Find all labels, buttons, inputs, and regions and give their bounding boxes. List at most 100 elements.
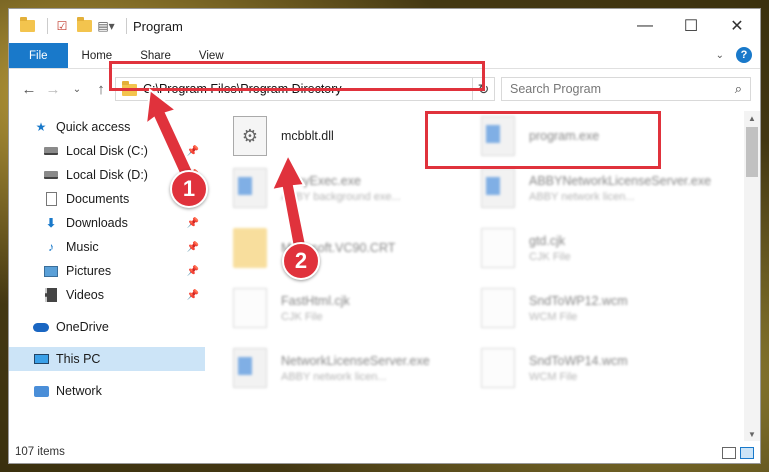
file-type: WCM File xyxy=(529,310,578,323)
minimize-button[interactable]: — xyxy=(622,9,668,43)
file-type: ABBY network licen... xyxy=(529,190,635,203)
file-item[interactable]: ABBYNetworkLicenseServer.exe ABBY networ… xyxy=(481,165,721,211)
music-icon: ♪ xyxy=(48,240,54,254)
file-item[interactable]: FastHtml.cjk CJK File xyxy=(233,285,473,331)
sidebar-item-local-disk-c[interactable]: Local Disk (C:) 📌 xyxy=(9,139,205,163)
step-2-callout: 2 xyxy=(282,242,320,280)
pin-icon: 📌 xyxy=(186,145,199,157)
sidebar-item-label: Network xyxy=(56,384,102,398)
item-count: 107 items xyxy=(15,446,65,458)
expand-ribbon-icon[interactable]: ⌄ xyxy=(716,50,724,61)
scroll-thumb[interactable] xyxy=(746,127,758,177)
file-type: CJK File xyxy=(529,250,571,263)
document-icon xyxy=(43,192,59,206)
ribbon-right: ⌄ ? xyxy=(716,47,752,63)
file-type: ABBY background exe... xyxy=(281,190,401,203)
sidebar-item-label: Music xyxy=(66,240,99,254)
pin-icon: 📌 xyxy=(186,289,199,301)
maximize-button[interactable]: ☐ xyxy=(668,9,714,43)
recent-locations-icon[interactable]: ⌄ xyxy=(65,84,89,95)
computer-icon xyxy=(33,352,49,366)
file-item[interactable]: SndToWP14.wcm WCM File xyxy=(481,345,721,391)
sidebar-item-label: Videos xyxy=(66,288,104,302)
file-name: SndToWP14.wcm xyxy=(529,353,628,368)
window-controls: — ☐ ✕ xyxy=(622,9,760,43)
file-item[interactable]: SndToWP12.wcm WCM File xyxy=(481,285,721,331)
file-item[interactable]: gtd.cjk CJK File xyxy=(481,225,721,271)
pin-icon: 📌 xyxy=(186,217,199,229)
file-name: gtd.cjk xyxy=(529,233,566,248)
pin-icon: 📌 xyxy=(186,265,199,277)
file-highlight-box xyxy=(425,111,661,169)
file-type: CJK File xyxy=(281,310,323,323)
sidebar-item-network[interactable]: Network xyxy=(9,379,205,403)
sidebar-item-label: OneDrive xyxy=(56,320,109,334)
file-type: WCM File xyxy=(529,370,578,383)
sidebar-item-onedrive[interactable]: OneDrive xyxy=(9,315,205,339)
folder-icon[interactable] xyxy=(19,17,35,34)
sidebar-item-label: This PC xyxy=(56,352,101,366)
sidebar-item-label: Documents xyxy=(66,192,130,206)
properties-icon[interactable]: ☑ xyxy=(54,18,70,34)
sidebar-item-label: Local Disk (C:) xyxy=(66,144,148,158)
scroll-up-icon[interactable]: ▲ xyxy=(744,111,760,125)
search-input[interactable]: Search Program ⌕ xyxy=(501,77,751,101)
back-arrow-icon[interactable]: ← xyxy=(17,81,41,98)
file-name: SndToWP12.wcm xyxy=(529,293,628,308)
close-button[interactable]: ✕ xyxy=(714,9,760,43)
network-icon xyxy=(33,384,49,398)
pin-icon: 📌 xyxy=(186,241,199,253)
exe-icon xyxy=(233,168,267,208)
tab-file[interactable]: File xyxy=(9,43,68,68)
search-placeholder: Search Program xyxy=(510,82,602,96)
new-folder-icon[interactable] xyxy=(76,17,92,34)
star-icon: ★ xyxy=(35,120,47,134)
sidebar-item-this-pc[interactable]: This PC xyxy=(9,347,205,371)
document-icon xyxy=(233,288,267,328)
file-item[interactable]: NetworkLicenseServer.exe ABBY network li… xyxy=(233,345,473,391)
divider xyxy=(47,18,48,34)
file-name: FastHtml.cjk xyxy=(281,293,350,308)
navigation-pane: ★ Quick access Local Disk (C:) 📌 Local D… xyxy=(9,111,205,441)
vertical-scrollbar[interactable]: ▲ ▼ xyxy=(744,111,760,441)
help-icon[interactable]: ? xyxy=(736,47,752,63)
file-name: AbbyExec.exe xyxy=(281,173,361,188)
step-1-callout: 1 xyxy=(170,170,208,208)
sidebar-item-label: Quick access xyxy=(56,120,131,134)
file-name: ABBYNetworkLicenseServer.exe xyxy=(529,173,712,188)
customize-quick-access-icon[interactable]: ▤▾ xyxy=(97,18,114,34)
document-icon xyxy=(481,348,515,388)
address-highlight-box xyxy=(109,61,485,91)
file-name: mcbblt.dll xyxy=(281,129,334,143)
picture-icon xyxy=(43,264,59,278)
sidebar-item-pictures[interactable]: Pictures 📌 xyxy=(9,259,205,283)
cloud-icon xyxy=(33,320,49,334)
details-view-icon[interactable] xyxy=(722,447,736,459)
sidebar-item-quick-access[interactable]: ★ Quick access xyxy=(9,115,205,139)
title-bar: ☑ ▤▾ Program — ☐ ✕ xyxy=(9,9,760,43)
sidebar-item-label: Downloads xyxy=(66,216,128,230)
disk-icon xyxy=(43,168,59,182)
search-icon[interactable]: ⌕ xyxy=(735,81,742,97)
sidebar-item-downloads[interactable]: ⬇ Downloads 📌 xyxy=(9,211,205,235)
file-item[interactable]: AbbyExec.exe ABBY background exe... xyxy=(233,165,473,211)
disk-icon xyxy=(43,144,59,158)
file-list: ⚙ mcbblt.dll program.exe AbbyExec.exe AB… xyxy=(205,111,760,441)
forward-arrow-icon[interactable]: → xyxy=(41,81,65,98)
exe-icon xyxy=(481,168,515,208)
scroll-down-icon[interactable]: ▼ xyxy=(744,427,760,441)
document-icon xyxy=(481,288,515,328)
exe-icon xyxy=(233,348,267,388)
main-area: ★ Quick access Local Disk (C:) 📌 Local D… xyxy=(9,111,760,441)
file-type: ABBY network licen... xyxy=(281,370,387,383)
sidebar-item-videos[interactable]: Videos 📌 xyxy=(9,283,205,307)
sidebar-item-label: Pictures xyxy=(66,264,112,278)
view-switcher xyxy=(722,447,754,459)
sidebar-item-label: Local Disk (D:) xyxy=(66,168,148,182)
large-icons-view-icon[interactable] xyxy=(740,447,754,459)
document-icon xyxy=(481,228,515,268)
window-title: Program xyxy=(133,18,183,34)
file-item[interactable]: Microsoft.VC90.CRT xyxy=(233,225,473,271)
divider xyxy=(126,18,127,34)
sidebar-item-music[interactable]: ♪ Music 📌 xyxy=(9,235,205,259)
